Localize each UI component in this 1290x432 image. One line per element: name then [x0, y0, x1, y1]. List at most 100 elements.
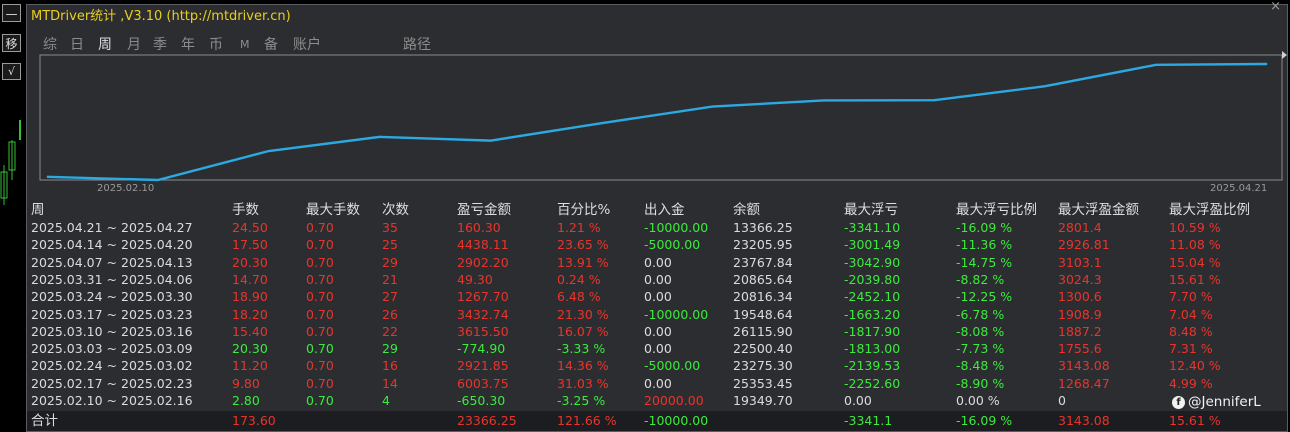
- check-button[interactable]: √: [2, 63, 21, 80]
- header-max-float-profit-pct[interactable]: 最大浮盈比例: [1169, 203, 1250, 217]
- header-lots[interactable]: 手数: [232, 203, 259, 217]
- cell-max-lots: 0.70: [306, 306, 334, 322]
- cell-max-float-profit-pct: 4.99 %: [1169, 375, 1213, 391]
- cell-max-float-profit: 1268.47: [1058, 375, 1110, 391]
- header-week[interactable]: 周: [31, 203, 45, 217]
- cell-week: 2025.03.17 ~ 2025.03.23: [31, 306, 193, 322]
- header-pct[interactable]: 百分比%: [557, 203, 610, 217]
- cell-pnl: 1267.70: [457, 289, 509, 305]
- cell-max-drawdown: -2039.80: [844, 271, 901, 287]
- header-max-float-profit[interactable]: 最大浮盈金额: [1058, 203, 1139, 217]
- total-label: 合计: [31, 413, 58, 429]
- cell-max-drawdown: -2139.53: [844, 358, 901, 374]
- cell-pct: 23.65 %: [557, 237, 609, 253]
- total-lots: 173.60: [232, 413, 276, 428]
- cell-max-drawdown-pct: -16.09 %: [956, 220, 1013, 235]
- header-flow[interactable]: 出入金: [644, 203, 685, 217]
- header-max-drawdown[interactable]: 最大浮亏: [844, 203, 898, 217]
- cell-max-drawdown-pct: -8.82 %: [956, 271, 1005, 287]
- cell-balance: 22500.40: [733, 341, 793, 357]
- watermark-text: @JenniferL: [1188, 394, 1261, 410]
- cell-week: 2025.04.07 ~ 2025.04.13: [31, 254, 193, 270]
- cell-count: 29: [382, 341, 398, 357]
- cell-max-drawdown: -3001.49: [844, 237, 901, 253]
- cell-max-drawdown: -3341.10: [844, 220, 901, 235]
- cell-pnl: 4438.11: [457, 237, 509, 253]
- header-max-lots[interactable]: 最大手数: [306, 203, 360, 217]
- header-pnl[interactable]: 盈亏金额: [457, 203, 511, 217]
- cell-pnl: 3615.50: [457, 323, 509, 339]
- cell-max-lots: 0.70: [306, 220, 334, 235]
- cell-balance: 23275.30: [733, 358, 793, 374]
- cell-max-lots: 0.70: [306, 358, 334, 374]
- total-max-drawdown-pct: -16.09 %: [956, 413, 1013, 428]
- cell-max-float-profit: 1300.6: [1058, 289, 1102, 305]
- cell-week: 2025.03.03 ~ 2025.03.09: [31, 341, 193, 357]
- cell-max-float-profit: 1755.6: [1058, 341, 1102, 357]
- cell-balance: 26115.90: [733, 323, 793, 339]
- cell-max-lots: 0.70: [306, 254, 334, 270]
- cell-lots: 11.20: [232, 358, 268, 374]
- cell-week: 2025.03.10 ~ 2025.03.16: [31, 323, 193, 339]
- cell-count: 21: [382, 271, 398, 287]
- move-button[interactable]: 移: [2, 34, 21, 52]
- minimize-button[interactable]: —: [2, 4, 21, 22]
- cell-count: 4: [382, 393, 390, 408]
- cell-max-drawdown-pct: 0.00 %: [956, 393, 1000, 408]
- cell-pnl: -650.30: [457, 393, 506, 408]
- cell-count: 27: [382, 289, 398, 305]
- cell-max-float-profit: 3103.1: [1058, 254, 1102, 270]
- cell-count: 16: [382, 358, 398, 374]
- chart-point: [933, 99, 935, 101]
- cell-week: 2025.04.14 ~ 2025.04.20: [31, 237, 193, 253]
- cell-pnl: -774.90: [457, 341, 506, 357]
- header-balance[interactable]: 余额: [733, 203, 760, 217]
- cell-count: 14: [382, 375, 398, 391]
- cell-pct: 1.21 %: [557, 220, 601, 235]
- chart-point: [1266, 63, 1268, 65]
- cell-max-float-profit-pct: 15.04 %: [1169, 254, 1221, 270]
- cell-max-drawdown-pct: -8.08 %: [956, 323, 1005, 339]
- cell-flow: -5000.00: [644, 358, 701, 374]
- cell-max-float-profit: 0: [1058, 393, 1066, 408]
- header-max-drawdown-pct[interactable]: 最大浮亏比例: [956, 203, 1037, 217]
- cell-week: 2025.04.21 ~ 2025.04.27: [31, 220, 193, 235]
- chart-scroll-marker: [1282, 51, 1287, 59]
- cell-max-float-profit: 1887.2: [1058, 323, 1102, 339]
- chart-point: [46, 176, 48, 178]
- cell-max-float-profit-pct: 12.40 %: [1169, 358, 1221, 374]
- cell-flow: 0.00: [644, 289, 672, 305]
- cell-max-drawdown-pct: -7.73 %: [956, 341, 1005, 357]
- cell-max-lots: 0.70: [306, 393, 334, 408]
- x-tick-start: 2025.02.10: [97, 183, 154, 194]
- cell-max-lots: 0.70: [306, 271, 334, 287]
- cell-max-drawdown-pct: -12.25 %: [956, 289, 1013, 305]
- total-max-drawdown: -3341.1: [844, 413, 893, 428]
- total-pnl: 23366.25: [457, 413, 517, 428]
- cell-max-float-profit-pct: 7.70 %: [1169, 289, 1213, 305]
- header-count[interactable]: 次数: [382, 203, 409, 217]
- cell-max-float-profit-pct: 15.61 %: [1169, 271, 1221, 287]
- total-max-float-profit: 3143.08: [1058, 413, 1110, 428]
- left-toolbar: — 移 √: [0, 0, 24, 432]
- cell-week: 2025.02.17 ~ 2025.02.23: [31, 375, 193, 391]
- cell-pnl: 49.30: [457, 271, 493, 287]
- cell-max-drawdown: -1663.20: [844, 306, 901, 322]
- cell-balance: 19548.64: [733, 306, 793, 322]
- total-flow: -10000.00: [644, 413, 709, 428]
- cell-max-drawdown: -2252.60: [844, 375, 901, 391]
- total-pct: 121.66 %: [557, 413, 617, 428]
- cell-max-drawdown-pct: -8.90 %: [956, 375, 1005, 391]
- cell-balance: 23767.84: [733, 254, 793, 270]
- cell-max-drawdown-pct: -8.48 %: [956, 358, 1005, 374]
- cell-lots: 2.80: [232, 393, 260, 408]
- chart-point: [379, 136, 381, 138]
- cell-lots: 18.20: [232, 306, 268, 322]
- chart-point: [157, 179, 159, 181]
- cell-pct: 31.03 %: [557, 375, 609, 391]
- cell-lots: 20.30: [232, 254, 268, 270]
- cell-max-drawdown: -1817.90: [844, 323, 901, 339]
- cell-balance: 23205.95: [733, 237, 793, 253]
- cell-pct: 16.07 %: [557, 323, 609, 339]
- cell-lots: 15.40: [232, 323, 268, 339]
